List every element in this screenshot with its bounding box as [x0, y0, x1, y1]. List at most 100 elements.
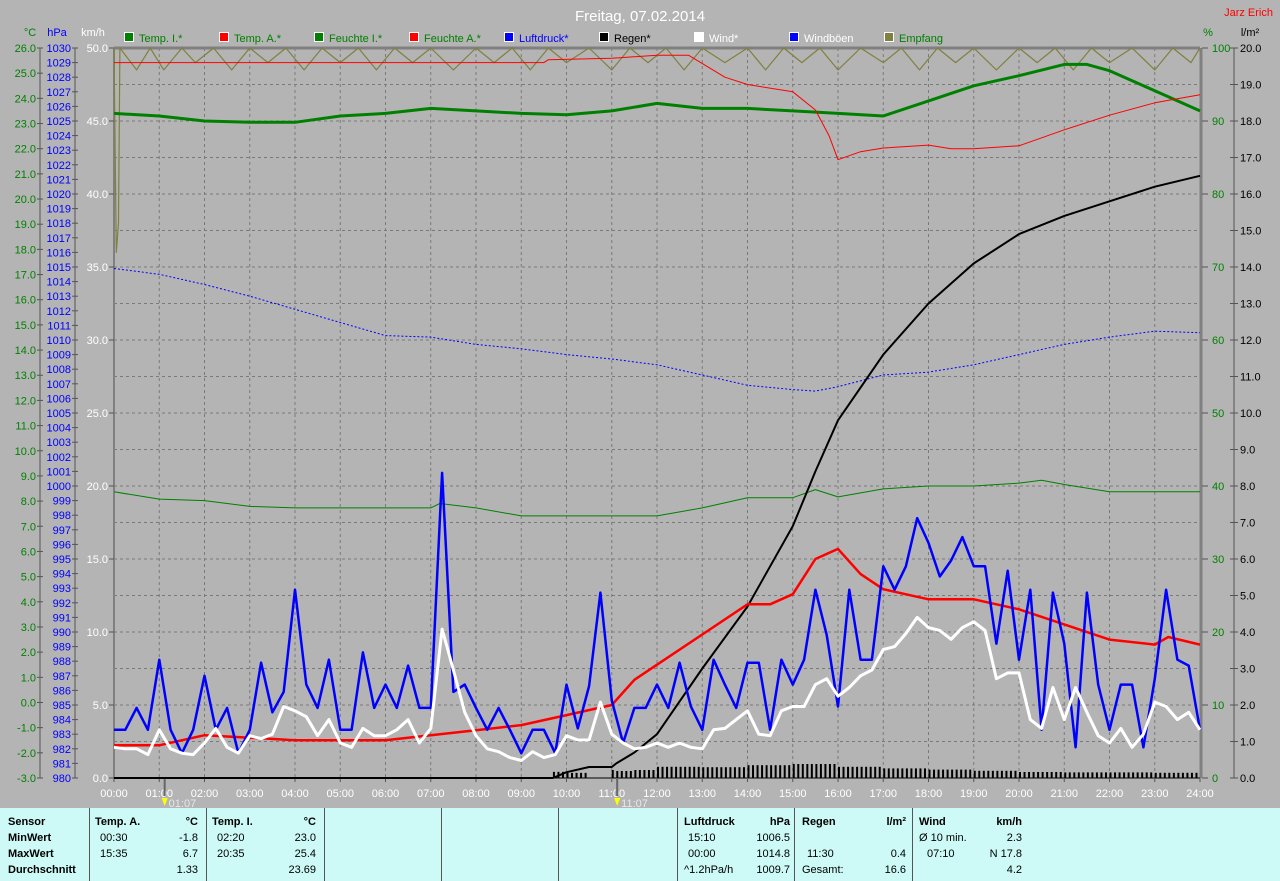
luftdruck-trend: ^1.2hPa/h — [684, 864, 734, 876]
rain-increment-bar — [819, 764, 822, 778]
axis-tick-label-kmh: 25.0 — [87, 408, 108, 420]
row-label-sensor: Sensor — [8, 816, 46, 828]
temp-i-max: 25.4 — [294, 848, 316, 860]
axis-tick-label-hpa: 992 — [53, 598, 71, 610]
rain-increment-bar — [620, 771, 623, 778]
temp-a-avg: 1.33 — [176, 864, 198, 876]
axis-tick-label-celsius: 23.0 — [15, 119, 36, 131]
rain-increment-bar — [833, 764, 836, 778]
rain-increment-bar — [1190, 772, 1193, 778]
temp-a-header: Temp. A. — [95, 816, 141, 828]
axis-tick-label-celsius: 4.0 — [21, 597, 36, 609]
rain-increment-bar — [1154, 772, 1157, 778]
axis-tick-label-percent: 40 — [1212, 481, 1224, 493]
regen-header: Regen — [802, 816, 836, 828]
rain-increment-bar — [1037, 772, 1040, 778]
x-tick-label: 10:00 — [553, 788, 581, 800]
legend-swatch-fill — [885, 33, 893, 41]
axis-tick-label-rain: 12.0 — [1240, 335, 1261, 347]
axis-tick-label-celsius: 11.0 — [15, 421, 36, 433]
rain-increment-bar — [1019, 772, 1021, 778]
axis-tick-label-celsius: 22.0 — [15, 144, 36, 156]
rain-increment-bar — [634, 770, 637, 778]
rain-increment-bar — [702, 767, 705, 778]
x-tick-label: 00:00 — [100, 788, 128, 800]
stats-empty-column-3 — [559, 808, 678, 881]
rain-increment-bar — [1132, 772, 1135, 778]
axis-tick-label-celsius: 6.0 — [21, 546, 36, 558]
marker-arrow-icon — [161, 798, 168, 806]
axis-tick-label-hpa: 1004 — [47, 423, 71, 435]
axis-tick-label-rain: 13.0 — [1240, 299, 1261, 311]
rain-increment-bar — [955, 769, 958, 778]
legend-label: Empfang — [899, 33, 943, 45]
axis-tick-label-kmh: 50.0 — [87, 43, 108, 55]
axis-tick-label-kmh: 5.0 — [93, 700, 108, 712]
axis-unit-hpa: hPa — [47, 27, 67, 39]
stats-luftdruck-column: Luftdruck hPa 15:10 1006.5 00:00 1014.8 … — [678, 808, 795, 881]
rain-increment-bar — [874, 766, 877, 778]
rain-increment-bar — [1100, 772, 1103, 778]
rain-increment-bar — [756, 765, 759, 778]
rain-increment-bar — [910, 768, 913, 778]
axis-tick-label-rain: 17.0 — [1240, 153, 1261, 165]
rain-increment-bar — [661, 766, 664, 778]
rain-increment-bar — [643, 770, 646, 778]
rain-increment-bar — [946, 769, 949, 778]
x-tick-label: 04:00 — [281, 788, 309, 800]
axis-tick-label-percent: 50 — [1212, 408, 1224, 420]
axis-tick-label-hpa: 1006 — [47, 393, 71, 405]
axis-tick-label-celsius: 1.0 — [21, 672, 36, 684]
luftdruck-header: Luftdruck — [684, 816, 735, 828]
axis-tick-label-hpa: 984 — [53, 715, 71, 727]
axis-tick-label-hpa: 983 — [53, 729, 71, 741]
rain-increment-bar — [1046, 772, 1049, 778]
x-tick-label: 19:00 — [960, 788, 988, 800]
axis-tick-label-hpa: 1023 — [47, 145, 71, 157]
axis-tick-label-hpa: 994 — [53, 569, 71, 581]
luftdruck-max-time: 00:00 — [688, 848, 716, 860]
axis-tick-label-celsius: 10.0 — [15, 446, 36, 458]
rain-increment-bar — [752, 765, 755, 778]
axis-tick-label-hpa: 1008 — [47, 364, 71, 376]
axis-tick-label-celsius: 19.0 — [15, 219, 36, 231]
temp-a-max: 6.7 — [182, 848, 198, 860]
rain-increment-bar — [969, 769, 972, 778]
axis-tick-label-percent: 20 — [1212, 627, 1224, 639]
rain-increment-bar — [887, 768, 890, 778]
rain-increment-bar — [580, 772, 583, 778]
rain-increment-bar — [715, 767, 718, 778]
axis-unit-celsius: °C — [24, 27, 36, 39]
axis-tick-label-hpa: 995 — [53, 554, 71, 566]
x-tick-label: 15:00 — [779, 788, 807, 800]
legend-swatch-fill — [505, 33, 513, 41]
marker-arrow-icon — [614, 798, 621, 806]
legend-label: Luftdruck* — [519, 33, 569, 45]
rain-increment-bar — [788, 765, 791, 778]
rain-increment-bar — [625, 771, 628, 778]
axis-tick-label-hpa: 988 — [53, 656, 71, 668]
chart-title: Freitag, 07.02.2014 — [575, 8, 705, 25]
axis-tick-label-hpa: 982 — [53, 744, 71, 756]
rain-increment-bar — [978, 770, 981, 778]
rain-increment-bar — [973, 770, 976, 778]
wind-avg: 4.2 — [1006, 864, 1022, 876]
temp-a-min-time: 00:30 — [100, 832, 128, 844]
axis-tick-label-celsius: 2.0 — [21, 647, 36, 659]
rain-increment-bar — [1009, 770, 1012, 778]
rain-increment-bar — [779, 765, 782, 778]
rain-increment-bar — [629, 771, 632, 778]
axis-tick-label-hpa: 981 — [53, 758, 71, 770]
axis-tick-label-celsius: 17.0 — [15, 270, 36, 282]
axis-tick-label-percent: 70 — [1212, 262, 1224, 274]
rain-increment-bar — [1086, 772, 1089, 778]
x-tick-label: 22:00 — [1096, 788, 1124, 800]
rain-increment-bar — [1095, 772, 1098, 778]
rain-increment-bar — [824, 764, 827, 778]
legend-label: Feuchte I.* — [329, 33, 383, 45]
rain-increment-bar — [1055, 772, 1058, 778]
rain-increment-bar — [1123, 772, 1126, 778]
axis-tick-label-celsius: -2.0 — [17, 748, 36, 760]
rain-increment-bar — [679, 766, 682, 778]
rain-increment-bar — [928, 769, 931, 778]
